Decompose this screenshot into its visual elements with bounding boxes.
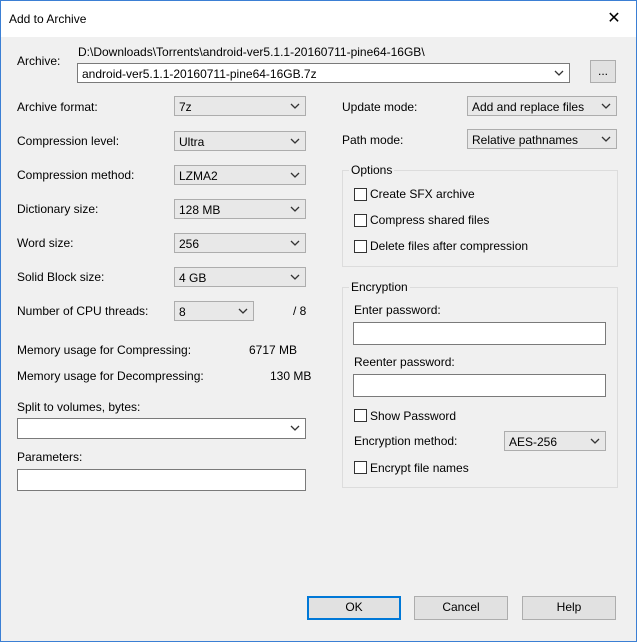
close-icon[interactable]: ✕	[599, 7, 629, 31]
path-mode-value: Relative pathnames	[472, 133, 579, 147]
compression-method-value: LZMA2	[179, 169, 218, 183]
encryption-method-value: AES-256	[509, 435, 558, 449]
chevron-down-icon	[290, 138, 300, 144]
dictionary-size-label: Dictionary size:	[17, 202, 99, 216]
archive-format-value: 7z	[179, 100, 192, 114]
archive-name-value: android-ver5.1.1-20160711-pine64-16GB.7z	[82, 67, 317, 81]
browse-button[interactable]: ...	[590, 60, 616, 83]
reenter-password-label: Reenter password:	[354, 355, 455, 369]
chevron-down-icon	[238, 308, 248, 314]
archive-label: Archive:	[17, 54, 61, 68]
path-mode-select[interactable]: Relative pathnames	[467, 129, 617, 149]
dictionary-size-value: 128 MB	[179, 203, 221, 217]
solid-block-size-value: 4 GB	[179, 271, 207, 285]
cpu-threads-label: Number of CPU threads:	[17, 304, 149, 318]
memory-decompress-label: Memory usage for Decompressing:	[17, 369, 204, 383]
chevron-down-icon	[290, 240, 300, 246]
update-mode-label: Update mode:	[342, 100, 418, 114]
cpu-threads-select[interactable]: 8	[174, 301, 254, 321]
parameters-label: Parameters:	[17, 450, 83, 464]
memory-compress-label: Memory usage for Compressing:	[17, 343, 192, 357]
create-sfx-checkbox[interactable]	[354, 188, 367, 201]
window-title: Add to Archive	[9, 12, 87, 26]
ok-button[interactable]: OK	[307, 596, 401, 620]
show-password-label[interactable]: Show Password	[370, 409, 456, 423]
word-size-label: Word size:	[17, 236, 74, 250]
dictionary-size-select[interactable]: 128 MB	[174, 199, 306, 219]
enter-password-label: Enter password:	[354, 303, 441, 317]
compress-shared-checkbox[interactable]	[354, 214, 367, 227]
help-button[interactable]: Help	[522, 596, 616, 620]
chevron-down-icon	[290, 206, 300, 212]
options-group-title: Options	[349, 163, 395, 177]
chevron-down-icon	[554, 70, 564, 76]
add-to-archive-dialog: Add to Archive ✕ Archive: D:\Downloads\T…	[0, 0, 637, 642]
chevron-down-icon	[590, 438, 600, 444]
encryption-method-select[interactable]: AES-256	[504, 431, 606, 451]
encryption-group-title: Encryption	[349, 280, 410, 294]
word-size-value: 256	[179, 237, 200, 251]
parameters-input[interactable]	[17, 469, 306, 491]
chevron-down-icon	[290, 172, 300, 178]
encrypt-names-checkbox[interactable]	[354, 461, 367, 474]
compression-level-select[interactable]: Ultra	[174, 131, 306, 151]
solid-block-size-select[interactable]: 4 GB	[174, 267, 306, 287]
compression-method-select[interactable]: LZMA2	[174, 165, 306, 185]
chevron-down-icon	[601, 136, 611, 142]
split-volumes-combo[interactable]	[17, 418, 306, 439]
delete-after-checkbox[interactable]	[354, 240, 367, 253]
update-mode-select[interactable]: Add and replace files	[467, 96, 617, 116]
chevron-down-icon	[290, 425, 300, 431]
archive-format-select[interactable]: 7z	[174, 96, 306, 116]
path-mode-label: Path mode:	[342, 133, 404, 147]
archive-format-label: Archive format:	[17, 100, 98, 114]
word-size-select[interactable]: 256	[174, 233, 306, 253]
solid-block-size-label: Solid Block size:	[17, 270, 105, 284]
chevron-down-icon	[290, 274, 300, 280]
chevron-down-icon	[601, 103, 611, 109]
encryption-method-label: Encryption method:	[354, 434, 458, 448]
cancel-button[interactable]: Cancel	[414, 596, 508, 620]
archive-name-combo[interactable]: android-ver5.1.1-20160711-pine64-16GB.7z	[77, 63, 570, 83]
enter-password-input[interactable]	[353, 322, 606, 345]
create-sfx-label[interactable]: Create SFX archive	[370, 187, 475, 201]
cpu-threads-value: 8	[179, 305, 186, 319]
update-mode-value: Add and replace files	[472, 100, 585, 114]
memory-compress-value: 6717 MB	[249, 343, 298, 357]
memory-decompress-value: 130 MB	[270, 369, 312, 383]
delete-after-label[interactable]: Delete files after compression	[370, 239, 528, 253]
show-password-checkbox[interactable]	[354, 409, 367, 422]
compression-level-value: Ultra	[179, 135, 205, 149]
chevron-down-icon	[290, 103, 300, 109]
compress-shared-label[interactable]: Compress shared files	[370, 213, 489, 227]
reenter-password-input[interactable]	[353, 374, 606, 397]
compression-method-label: Compression method:	[17, 168, 135, 182]
split-volumes-label: Split to volumes, bytes:	[17, 400, 141, 414]
compression-level-label: Compression level:	[17, 134, 120, 148]
encrypt-names-label[interactable]: Encrypt file names	[370, 461, 469, 475]
cpu-threads-max: / 8	[293, 304, 307, 318]
archive-path: D:\Downloads\Torrents\android-ver5.1.1-2…	[78, 45, 425, 59]
title-bar: Add to Archive ✕	[1, 1, 636, 37]
